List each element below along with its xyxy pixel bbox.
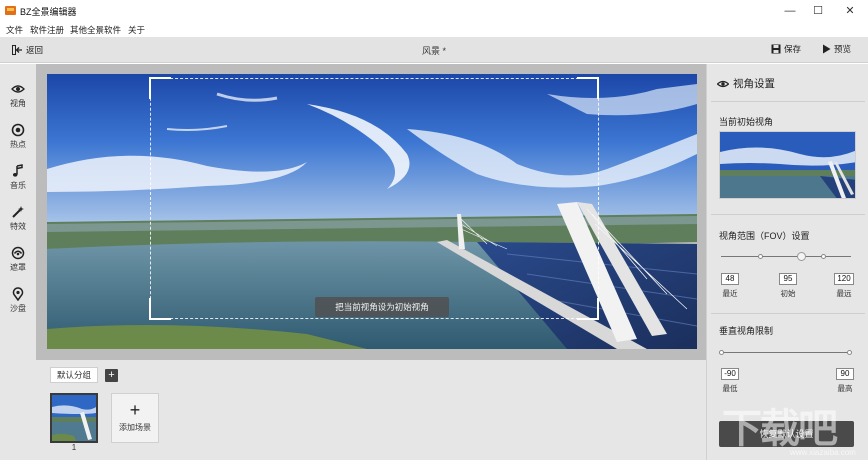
sidebar-item-mask[interactable]: 遮罩 <box>0 242 36 280</box>
panel-title-text: 视角设置 <box>733 78 775 90</box>
sidebar-item-label: 特效 <box>10 222 26 231</box>
fov-slider-track[interactable] <box>721 256 851 257</box>
watermark-url: www.xiazaiba.com <box>790 448 856 457</box>
add-group-button[interactable]: + <box>105 369 118 382</box>
vertical-min-label: 最低 <box>722 384 738 393</box>
sidebar-item-label: 热点 <box>10 140 26 149</box>
divider <box>711 101 865 102</box>
sandbox-icon <box>12 287 24 301</box>
add-scene-button[interactable]: + 添加场景 <box>111 393 159 443</box>
tab-default-group[interactable]: 默认分组 <box>50 367 98 383</box>
save-icon <box>771 44 781 54</box>
fov-slider-min-handle[interactable] <box>758 254 763 259</box>
eye-icon <box>717 80 729 87</box>
set-initial-view-button[interactable]: 把当前视角设为初始视角 <box>315 297 449 317</box>
fov-corner-bottom-right[interactable] <box>577 298 599 320</box>
save-button[interactable]: 保存 <box>771 43 801 55</box>
fov-min-value[interactable]: 48 <box>721 273 739 285</box>
menu-register[interactable]: 软件注册 <box>30 24 64 36</box>
sidebar-item-label: 沙盘 <box>10 304 26 313</box>
music-icon <box>13 164 23 177</box>
fov-max-value[interactable]: 120 <box>834 273 854 285</box>
toolbar: 返回 风景 * 保存 预览 <box>0 37 868 63</box>
menu-other-software[interactable]: 其他全景软件 <box>70 24 121 36</box>
fov-corner-top-left[interactable] <box>149 77 171 99</box>
scene-title: 风景 * <box>421 46 446 56</box>
play-icon <box>823 44 831 54</box>
maximize-button[interactable]: ☐ <box>800 0 836 22</box>
vertical-max-value[interactable]: 90 <box>836 368 854 380</box>
menu-file[interactable]: 文件 <box>6 24 23 36</box>
plus-icon: + <box>129 400 141 420</box>
fov-max-label: 最远 <box>836 289 852 298</box>
fov-frame <box>150 78 599 319</box>
panorama-view[interactable]: 把当前视角设为初始视角 <box>47 74 697 349</box>
fov-slider-initial-handle[interactable] <box>797 252 806 261</box>
menu-about[interactable]: 关于 <box>128 24 145 36</box>
close-button[interactable]: ✕ <box>832 0 868 22</box>
hotspot-icon <box>11 123 25 137</box>
vertical-slider-track[interactable] <box>721 352 851 353</box>
fov-label: 视角范围（FOV）设置 <box>719 231 810 241</box>
fov-slider-max-handle[interactable] <box>821 254 826 259</box>
sidebar: 视角 热点 音乐 特效 遮罩 沙盘 <box>0 64 36 460</box>
menu-bar: 文件 软件注册 其他全景软件 关于 <box>0 22 868 37</box>
initial-view-image <box>720 132 855 198</box>
fov-corner-top-right[interactable] <box>577 77 599 99</box>
sidebar-item-hotspot[interactable]: 热点 <box>0 119 36 157</box>
preview-button[interactable]: 预览 <box>822 43 851 55</box>
vertical-slider-min-handle[interactable] <box>719 350 724 355</box>
window-title: BZ全景编辑器 <box>20 7 77 17</box>
fov-initial-label: 初始 <box>780 289 796 298</box>
vertical-max-label: 最高 <box>837 384 853 393</box>
mask-icon <box>11 246 25 260</box>
scene-number: 1 <box>71 443 77 452</box>
scene-thumbnail[interactable] <box>50 393 98 443</box>
preview-label: 预览 <box>834 44 852 54</box>
title-bar: BZ全景编辑器 — ☐ ✕ <box>0 0 868 22</box>
divider <box>711 313 865 314</box>
watermark: 下载吧 <box>722 407 838 451</box>
sidebar-item-view[interactable]: 视角 <box>0 78 36 116</box>
sidebar-item-label: 遮罩 <box>10 263 26 272</box>
sidebar-item-effects[interactable]: 特效 <box>0 201 36 239</box>
sidebar-item-label: 视角 <box>10 99 26 108</box>
vertical-min-value[interactable]: -90 <box>721 368 739 380</box>
fov-corner-bottom-left[interactable] <box>149 298 171 320</box>
app-logo-icon <box>5 6 16 15</box>
initial-view-preview <box>719 131 856 199</box>
eye-icon <box>11 85 25 93</box>
fov-min-label: 最近 <box>722 289 738 298</box>
sidebar-item-music[interactable]: 音乐 <box>0 160 36 198</box>
save-label: 保存 <box>784 44 802 54</box>
initial-view-label: 当前初始视角 <box>719 117 774 127</box>
divider <box>711 214 865 215</box>
vertical-slider-max-handle[interactable] <box>847 350 852 355</box>
scene-strip: 默认分组 + 1 + 添加场景 <box>36 360 706 460</box>
panorama-canvas: 把当前视角设为初始视角 <box>36 64 706 360</box>
panel-title: 视角设置 <box>717 76 775 91</box>
effects-icon <box>12 206 24 218</box>
sidebar-item-label: 音乐 <box>10 181 26 190</box>
fov-initial-value[interactable]: 95 <box>779 273 797 285</box>
vertical-limit-label: 垂直视角限制 <box>719 326 774 336</box>
add-scene-label: 添加场景 <box>119 423 151 432</box>
sidebar-item-sandbox[interactable]: 沙盘 <box>0 283 36 321</box>
scene-thumbnail-image <box>52 395 96 441</box>
